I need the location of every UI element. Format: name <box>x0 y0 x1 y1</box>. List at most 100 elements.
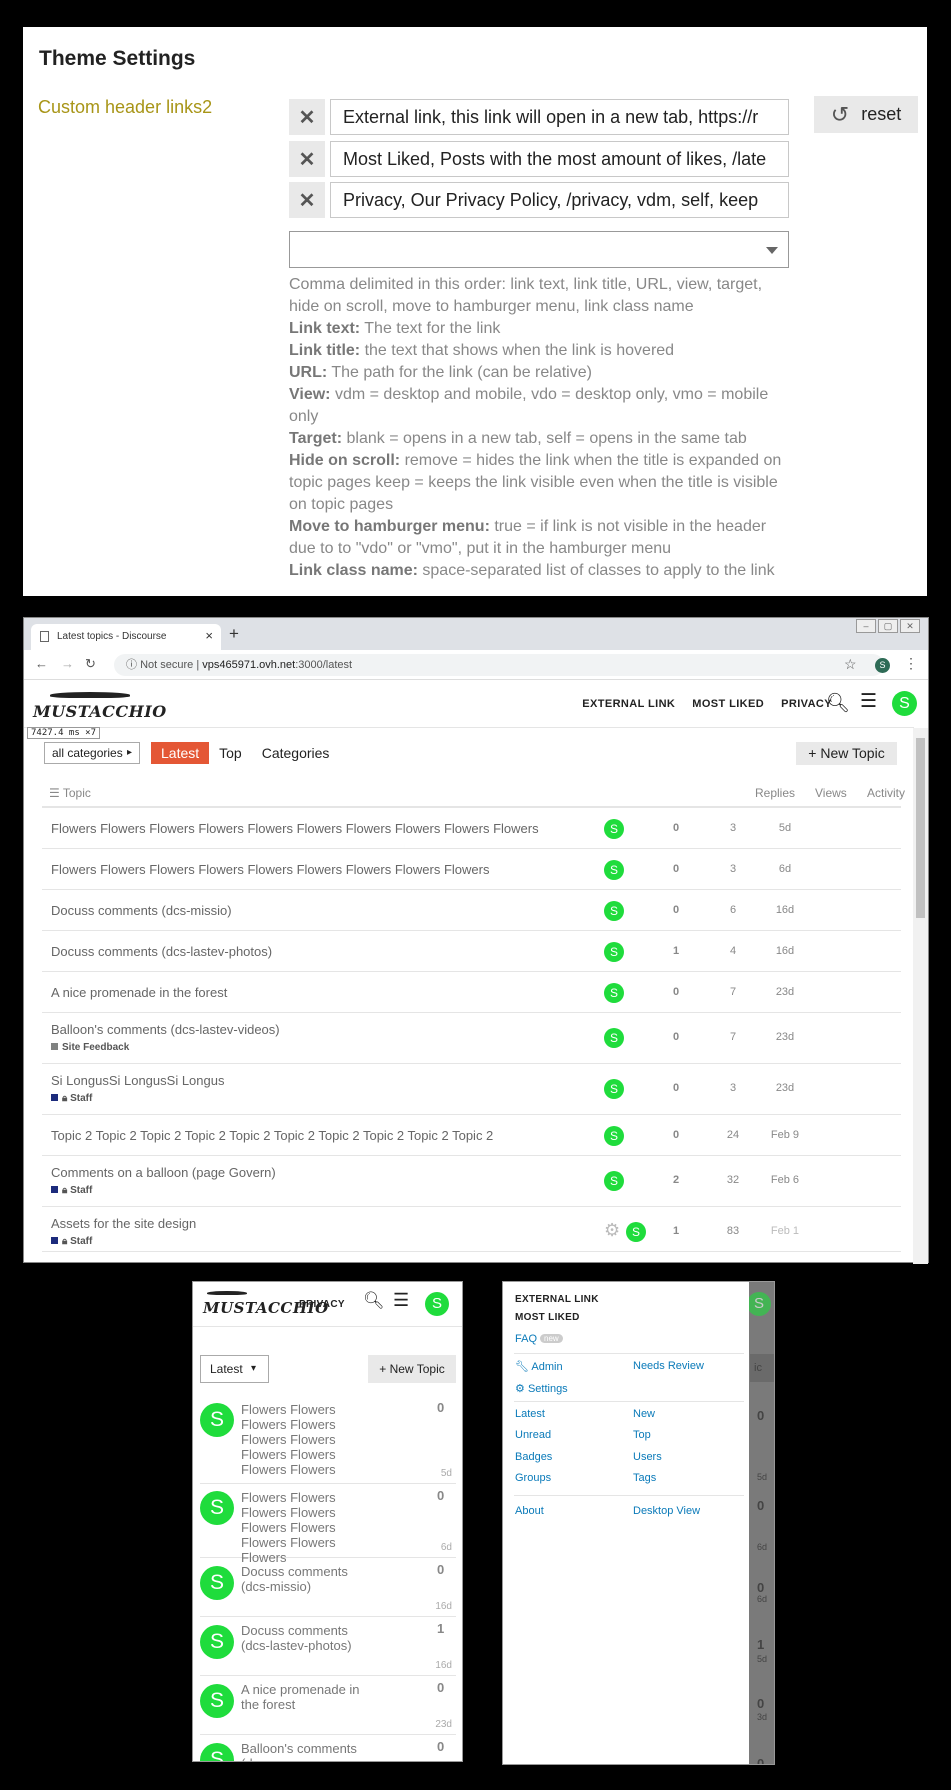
topic-row[interactable]: Assets for the site design 🔒︎ Staff ⚙ S 1 83 F… <box>42 1207 901 1252</box>
new-topic-button[interactable]: + New Topic <box>796 742 897 765</box>
topic-title[interactable]: Comments on a balloon (page Govern) <box>51 1165 276 1180</box>
topic-title[interactable]: Flowers Flowers Flowers Flowers Flowers … <box>51 862 489 877</box>
user-avatar[interactable]: S <box>425 1292 449 1316</box>
menu-badges[interactable]: Badges <box>515 1451 552 1463</box>
poster-avatar[interactable]: S <box>604 819 624 839</box>
topic-row[interactable]: Si LongusSi LongusSi Longus 🔒︎ Staff S 0 3 23… <box>42 1064 901 1115</box>
remove-link-button[interactable]: ✕ <box>289 182 325 218</box>
menu-groups[interactable]: Groups <box>515 1472 551 1484</box>
reset-button[interactable]: ↺ reset <box>814 96 918 133</box>
poster-avatar[interactable]: S <box>200 1684 234 1718</box>
back-icon[interactable]: ← <box>35 656 48 671</box>
topic-title[interactable]: Flowers Flowers Flowers Flowers Flowers … <box>51 821 539 836</box>
poster-avatar[interactable]: S <box>200 1403 234 1437</box>
poster-avatar[interactable]: S <box>200 1566 234 1600</box>
add-link-select[interactable] <box>289 231 789 268</box>
topic-title[interactable]: A nice promenade in the forest <box>241 1682 376 1712</box>
remove-link-button[interactable]: ✕ <box>289 141 325 177</box>
poster-avatar[interactable]: S <box>604 983 624 1003</box>
mobile-topic-row[interactable]: S Docuss comments (dcs-missio) 0 16d <box>200 1558 456 1617</box>
menu-link-most-liked[interactable]: MOST LIKED <box>515 1312 580 1323</box>
close-tab-icon[interactable]: × <box>205 628 213 643</box>
reload-icon[interactable]: ↻ <box>85 656 96 672</box>
mobile-topic-row[interactable]: S Flowers Flowers Flowers Flowers Flowers… <box>200 1396 456 1484</box>
poster-avatar[interactable]: S <box>604 860 624 880</box>
category-filter-dropdown[interactable]: all categories <box>44 742 140 764</box>
topic-row[interactable]: Flowers Flowers Flowers Flowers Flowers … <box>42 849 901 890</box>
url-field[interactable]: ⓘ Not secure | vps465971.ovh.net:3000/la… <box>114 654 884 676</box>
menu-admin[interactable]: 🔧︎ Admin <box>515 1360 563 1373</box>
close-window-icon[interactable]: ✕ <box>900 619 920 633</box>
poster-avatar[interactable]: S <box>200 1491 234 1525</box>
menu-link-external[interactable]: EXTERNAL LINK <box>515 1294 599 1305</box>
new-topic-button[interactable]: + New Topic <box>368 1355 456 1383</box>
topic-activity[interactable]: 5d <box>765 822 805 834</box>
new-tab-button[interactable]: + <box>229 624 239 644</box>
header-link-privacy[interactable]: PRIVACY <box>299 1299 345 1310</box>
topic-title[interactable]: Topic 2 Topic 2 Topic 2 Topic 2 Topic 2 … <box>51 1128 493 1143</box>
column-activity[interactable]: Activity <box>867 786 905 800</box>
nav-top[interactable]: Top <box>209 742 252 764</box>
topic-activity[interactable]: Feb 1 <box>765 1225 805 1237</box>
mobile-topic-row[interactable]: SA nice promenade in the forest 0 23d <box>200 1676 456 1735</box>
menu-about[interactable]: About <box>515 1505 544 1517</box>
search-icon[interactable]: 🔍︎ <box>363 1291 385 1311</box>
topic-row[interactable]: Docuss comments (dcs-missio) S 0 6 16d <box>42 890 901 931</box>
menu-faq[interactable]: FAQ new <box>515 1333 563 1345</box>
topic-row[interactable]: Topic 2 Topic 2 Topic 2 Topic 2 Topic 2 … <box>42 1115 901 1156</box>
menu-latest[interactable]: Latest <box>515 1408 545 1420</box>
topic-row[interactable]: A nice promenade in the forest S 0 7 23d <box>42 972 901 1013</box>
topic-category[interactable]: 🔒︎ Staff <box>51 1185 92 1196</box>
topic-title[interactable]: A nice promenade in the forest <box>51 985 227 1000</box>
poster-avatar[interactable]: S <box>604 1028 624 1048</box>
scrollbar-thumb[interactable] <box>916 738 925 918</box>
poster-avatar[interactable]: S <box>604 1171 624 1191</box>
topic-activity[interactable]: 23d <box>765 1031 805 1043</box>
topic-activity[interactable]: 23d <box>765 1082 805 1094</box>
poster-avatar[interactable]: S <box>604 1079 624 1099</box>
link-value-input[interactable]: Privacy, Our Privacy Policy, /privacy, v… <box>330 182 789 218</box>
bookmark-star-icon[interactable]: ☆ <box>844 656 857 673</box>
menu-top[interactable]: Top <box>633 1429 651 1441</box>
topic-title[interactable]: Balloon's comments (dcs-lastev-videos) <box>51 1022 280 1037</box>
topic-activity[interactable]: Feb 6 <box>765 1174 805 1186</box>
topic-activity[interactable]: Feb 9 <box>765 1129 805 1141</box>
hamburger-icon[interactable]: ☰ <box>393 1290 409 1311</box>
nav-latest[interactable]: Latest <box>151 742 210 764</box>
menu-settings[interactable]: ⚙ Settings <box>515 1382 568 1395</box>
header-link-external[interactable]: EXTERNAL LINK <box>582 698 675 710</box>
topic-row[interactable]: Docuss comments (dcs-lastev-photos) S 1 4 16… <box>42 931 901 972</box>
site-logo[interactable]: MUSTACCHIO <box>33 702 167 721</box>
topic-category[interactable]: 🔒︎ Staff <box>51 1093 92 1104</box>
remove-link-button[interactable]: ✕ <box>289 99 325 135</box>
link-value-input[interactable]: External link, this link will open in a … <box>330 99 789 135</box>
poster-avatar[interactable]: S <box>604 942 624 962</box>
topic-activity[interactable]: 16d <box>765 945 805 957</box>
mobile-topic-row[interactable]: S Balloon's comments (dcs- 0 <box>200 1735 456 1761</box>
mobile-topic-row[interactable]: S Flowers Flowers Flowers Flowers Flowers… <box>200 1484 456 1565</box>
topic-category[interactable]: Site Feedback <box>51 1042 129 1053</box>
menu-kebab-icon[interactable]: ⋮ <box>904 655 918 672</box>
forward-icon[interactable]: → <box>61 656 74 671</box>
column-views[interactable]: Views <box>815 786 847 800</box>
topic-row[interactable]: Comments on a balloon (page Govern) 🔒︎ St… <box>42 1156 901 1207</box>
menu-users[interactable]: Users <box>633 1451 662 1463</box>
poster-avatar[interactable]: S <box>604 901 624 921</box>
minimize-icon[interactable]: – <box>856 619 876 633</box>
topic-row[interactable]: Flowers Flowers Flowers Flowers Flowers … <box>42 808 901 849</box>
topic-category[interactable]: 🔒︎ Staff <box>51 1236 92 1247</box>
scrollbar[interactable] <box>913 728 928 1264</box>
topic-title[interactable]: Docuss comments (dcs-lastev-photos) <box>51 944 272 959</box>
poster-avatar[interactable]: S <box>200 1625 234 1659</box>
topic-row[interactable]: Balloon's comments (dcs-lastev-videos) Si… <box>42 1013 901 1064</box>
browser-tab[interactable]: Latest topics - Discourse × <box>31 624 221 650</box>
topic-title[interactable]: Flowers Flowers Flowers Flowers Flowers … <box>241 1490 376 1565</box>
column-replies[interactable]: Replies <box>755 786 795 800</box>
menu-desktop-view[interactable]: Desktop View <box>633 1505 700 1517</box>
mobile-topic-row[interactable]: S Docuss comments (dcs-lastev-photos) 1 16d <box>200 1617 456 1676</box>
menu-tags[interactable]: Tags <box>633 1472 656 1484</box>
link-value-input[interactable]: Most Liked, Posts with the most amount o… <box>330 141 789 177</box>
topic-title[interactable]: Si LongusSi LongusSi Longus <box>51 1073 224 1088</box>
header-link-privacy[interactable]: PRIVACY <box>781 698 832 710</box>
topic-activity[interactable]: 6d <box>765 863 805 875</box>
